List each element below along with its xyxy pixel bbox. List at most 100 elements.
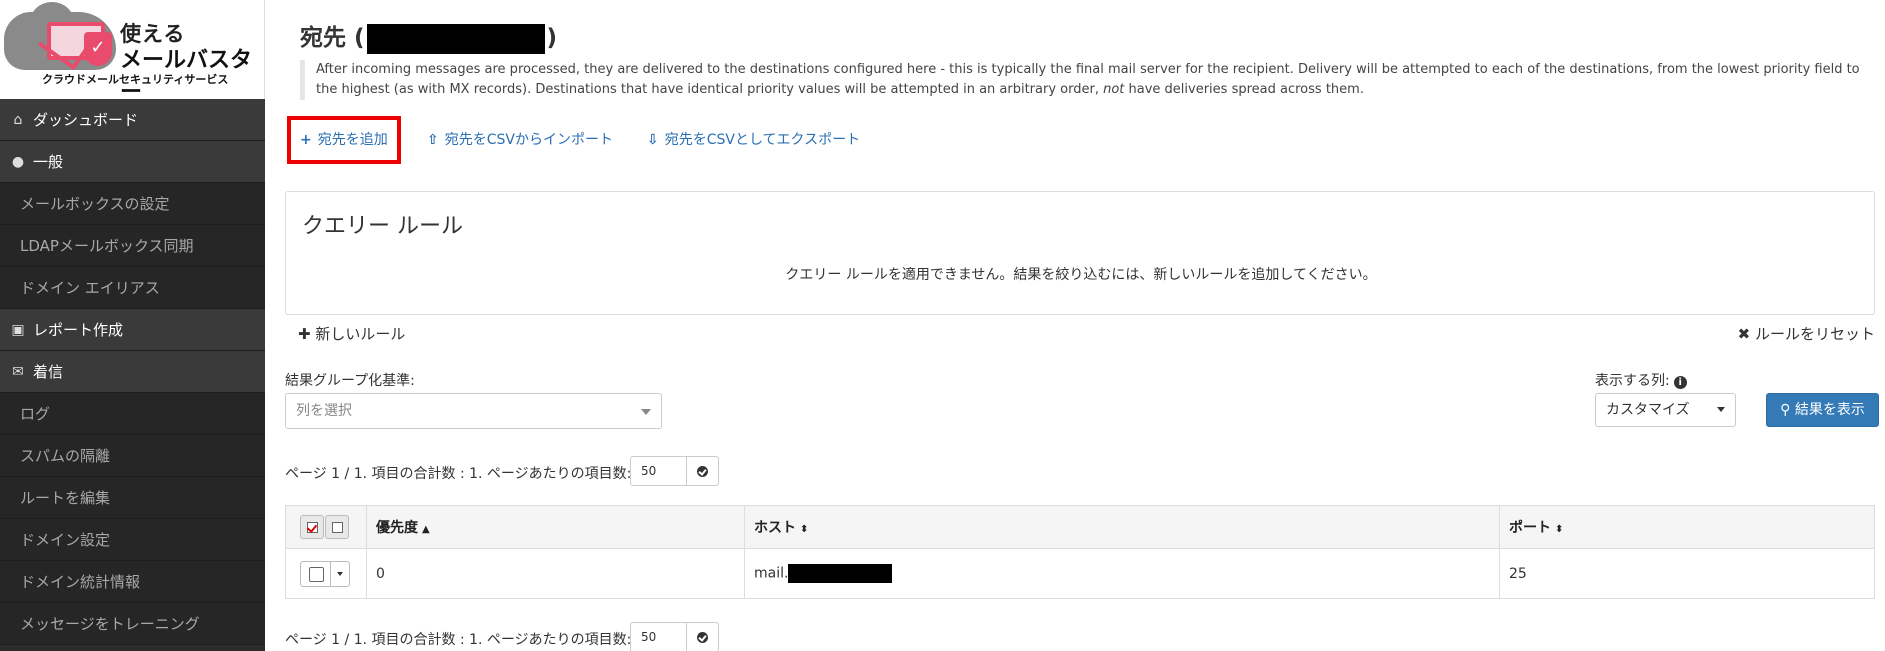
sidebar-item-label: ルートを編集 xyxy=(20,489,111,507)
sidebar-item-label: 着信 xyxy=(33,363,64,381)
caret-down-icon[interactable] xyxy=(331,562,349,586)
columns-select[interactable]: カスタマイズ xyxy=(1595,393,1736,427)
sidebar-item-mailbox-settings[interactable]: メールボックスの設定 xyxy=(0,183,265,225)
import-csv-button[interactable]: ⇧ 宛先をCSVからインポート xyxy=(427,116,613,164)
search-icon: ⚲ xyxy=(1780,402,1795,418)
copy-icon xyxy=(332,522,343,533)
sidebar-item-label: LDAPメールボックス同期 xyxy=(20,237,194,255)
description-text-end: have deliveries spread across them. xyxy=(1124,82,1364,97)
sidebar: ✓ 使える メールバスター クラウドメールセキュリティサービス ⌂ ダッシュボー… xyxy=(0,0,265,651)
chevron-down-icon xyxy=(641,409,651,415)
group-by-label: 結果グループ化基準: xyxy=(285,373,415,389)
upload-icon: ⇧ xyxy=(427,132,439,148)
copy-selection-button[interactable] xyxy=(325,515,349,539)
sidebar-item-label: メッセージをトレーニング xyxy=(20,615,200,633)
query-rules-panel: クエリー ルール クエリー ルールを適用できません。結果を絞り込むには、新しいル… xyxy=(285,191,1875,315)
sidebar-item-domain-settings[interactable]: ドメイン設定 xyxy=(0,519,265,561)
pagination-text: ページ 1 / 1. 項目の合計数 : 1. ページあたりの項目数: xyxy=(285,632,632,648)
sidebar-item-general[interactable]: ● 一般 xyxy=(0,141,265,183)
envelope-icon: ✉ xyxy=(12,364,24,380)
inbox-icon: ▣ xyxy=(11,322,25,338)
page-title-suffix: ) xyxy=(546,25,558,51)
page-title: 宛先 () xyxy=(300,18,557,54)
group-by-placeholder: 列を選択 xyxy=(296,403,352,419)
query-rules-message: クエリー ルールを適用できません。結果を絞り込むには、新しいルールを追加してくだ… xyxy=(785,267,1377,283)
host-column-header[interactable]: ホスト ⬍ xyxy=(744,505,1500,549)
priority-header-label: 優先度 xyxy=(376,520,418,536)
description-text: After incoming messages are processed, t… xyxy=(316,62,1860,97)
download-icon: ⇩ xyxy=(647,132,659,148)
group-by-select[interactable]: 列を選択 xyxy=(285,393,662,429)
sidebar-item-spam-quarantine[interactable]: スパムの隔離 xyxy=(0,435,265,477)
sidebar-item-label: スパムの隔離 xyxy=(20,447,111,465)
sort-asc-icon: ▲ xyxy=(422,524,430,535)
redacted-block xyxy=(366,23,545,54)
description-emphasis: not xyxy=(1103,82,1125,97)
sidebar-item-log[interactable]: ログ xyxy=(0,393,265,435)
reset-rules-button[interactable]: ✖ ルールをリセット xyxy=(1738,323,1875,344)
sidebar-item-label: ログ xyxy=(20,405,51,423)
export-csv-button[interactable]: ⇩ 宛先をCSVとしてエクスポート xyxy=(647,116,860,164)
sidebar-item-domain-stats[interactable]: ドメイン統計情報 xyxy=(0,561,265,603)
info-icon[interactable]: i xyxy=(1673,376,1687,389)
columns-label: 表示する列: i xyxy=(1595,370,1687,390)
logo-subtitle: クラウドメールセキュリティサービス xyxy=(42,73,229,86)
sidebar-item-label: ドメイン エイリアス xyxy=(20,279,160,297)
columns-label-text: 表示する列: xyxy=(1595,373,1670,389)
sort-icon: ⬍ xyxy=(800,524,809,535)
page-title-prefix: 宛先 ( xyxy=(300,25,365,51)
selection-tools-header xyxy=(285,505,367,549)
apply-per-page-button[interactable] xyxy=(686,456,719,486)
sidebar-item-edit-routes[interactable]: ルートを編集 xyxy=(0,477,265,519)
sidebar-item-label: レポート作成 xyxy=(33,321,124,339)
sidebar-item-train-messages[interactable]: メッセージをトレーニング xyxy=(0,603,265,645)
host-cell: mail. xyxy=(744,548,1500,599)
pagination-text: ページ 1 / 1. 項目の合計数 : 1. ページあたりの項目数: xyxy=(285,466,632,482)
import-csv-label: 宛先をCSVからインポート xyxy=(444,132,613,148)
table-row[interactable]: 0 mail. 25 xyxy=(285,548,1875,599)
host-header-label: ホスト xyxy=(754,520,796,536)
host-prefix: mail. xyxy=(754,565,789,582)
page-description: After incoming messages are processed, t… xyxy=(300,60,1870,100)
sidebar-item-label: ダッシュボード xyxy=(33,111,139,129)
show-results-label: 結果を表示 xyxy=(1794,402,1865,418)
sidebar-item-domain-alias[interactable]: ドメイン エイリアス xyxy=(0,267,265,309)
row-checkbox[interactable] xyxy=(301,561,331,586)
sidebar-item-ldap-sync[interactable]: LDAPメールボックス同期 xyxy=(0,225,265,267)
reset-rules-label: ルールをリセット xyxy=(1754,325,1875,343)
select-all-button[interactable] xyxy=(300,515,324,539)
sidebar-item-label: ドメイン設定 xyxy=(20,531,111,549)
sidebar-item-reports[interactable]: ▣ レポート作成 xyxy=(0,309,265,351)
destinations-table: 優先度 ▲ ホスト ⬍ ポート ⬍ 0 mail. 25 xyxy=(285,505,1875,599)
port-column-header[interactable]: ポート ⬍ xyxy=(1499,505,1875,549)
show-results-button[interactable]: ⚲ 結果を表示 xyxy=(1766,393,1879,427)
new-rule-label: 新しいルール xyxy=(315,325,406,343)
items-per-page-input[interactable]: 50 xyxy=(630,622,687,651)
close-icon: ✖ xyxy=(1737,325,1755,343)
plus-icon: + xyxy=(300,132,312,148)
priority-column-header[interactable]: 優先度 ▲ xyxy=(366,505,745,549)
sidebar-item-label: 一般 xyxy=(33,153,64,171)
priority-cell: 0 xyxy=(366,548,745,599)
row-select-cell xyxy=(285,548,367,599)
new-rule-button[interactable]: ✚ 新しいルール xyxy=(298,323,405,344)
sidebar-item-label: ドメイン統計情報 xyxy=(20,573,141,591)
row-checkbox-dropdown[interactable] xyxy=(300,560,350,587)
apply-per-page-button[interactable] xyxy=(686,622,719,651)
sidebar-item-incoming[interactable]: ✉ 着信 xyxy=(0,351,265,393)
columns-selected-value: カスタマイズ xyxy=(1606,402,1690,418)
shield-check-icon: ✓ xyxy=(84,32,112,66)
port-header-label: ポート xyxy=(1509,520,1551,536)
plus-icon: ✚ xyxy=(298,325,316,343)
port-cell: 25 xyxy=(1499,548,1875,599)
sidebar-nav: ⌂ ダッシュボード ● 一般 メールボックスの設定 LDAPメールボックス同期 … xyxy=(0,99,265,645)
sidebar-item-dashboard[interactable]: ⌂ ダッシュボード xyxy=(0,99,265,141)
items-per-page-input[interactable]: 50 xyxy=(630,456,687,486)
home-icon: ⌂ xyxy=(13,112,23,128)
add-destination-button[interactable]: + 宛先を追加 xyxy=(287,116,401,164)
export-csv-label: 宛先をCSVとしてエクスポート xyxy=(664,132,861,148)
sidebar-item-label: メールボックスの設定 xyxy=(20,195,170,213)
redacted-block xyxy=(788,564,893,583)
table-header-row: 優先度 ▲ ホスト ⬍ ポート ⬍ xyxy=(285,505,1875,549)
brand-logo[interactable]: ✓ 使える メールバスター クラウドメールセキュリティサービス xyxy=(0,0,265,105)
